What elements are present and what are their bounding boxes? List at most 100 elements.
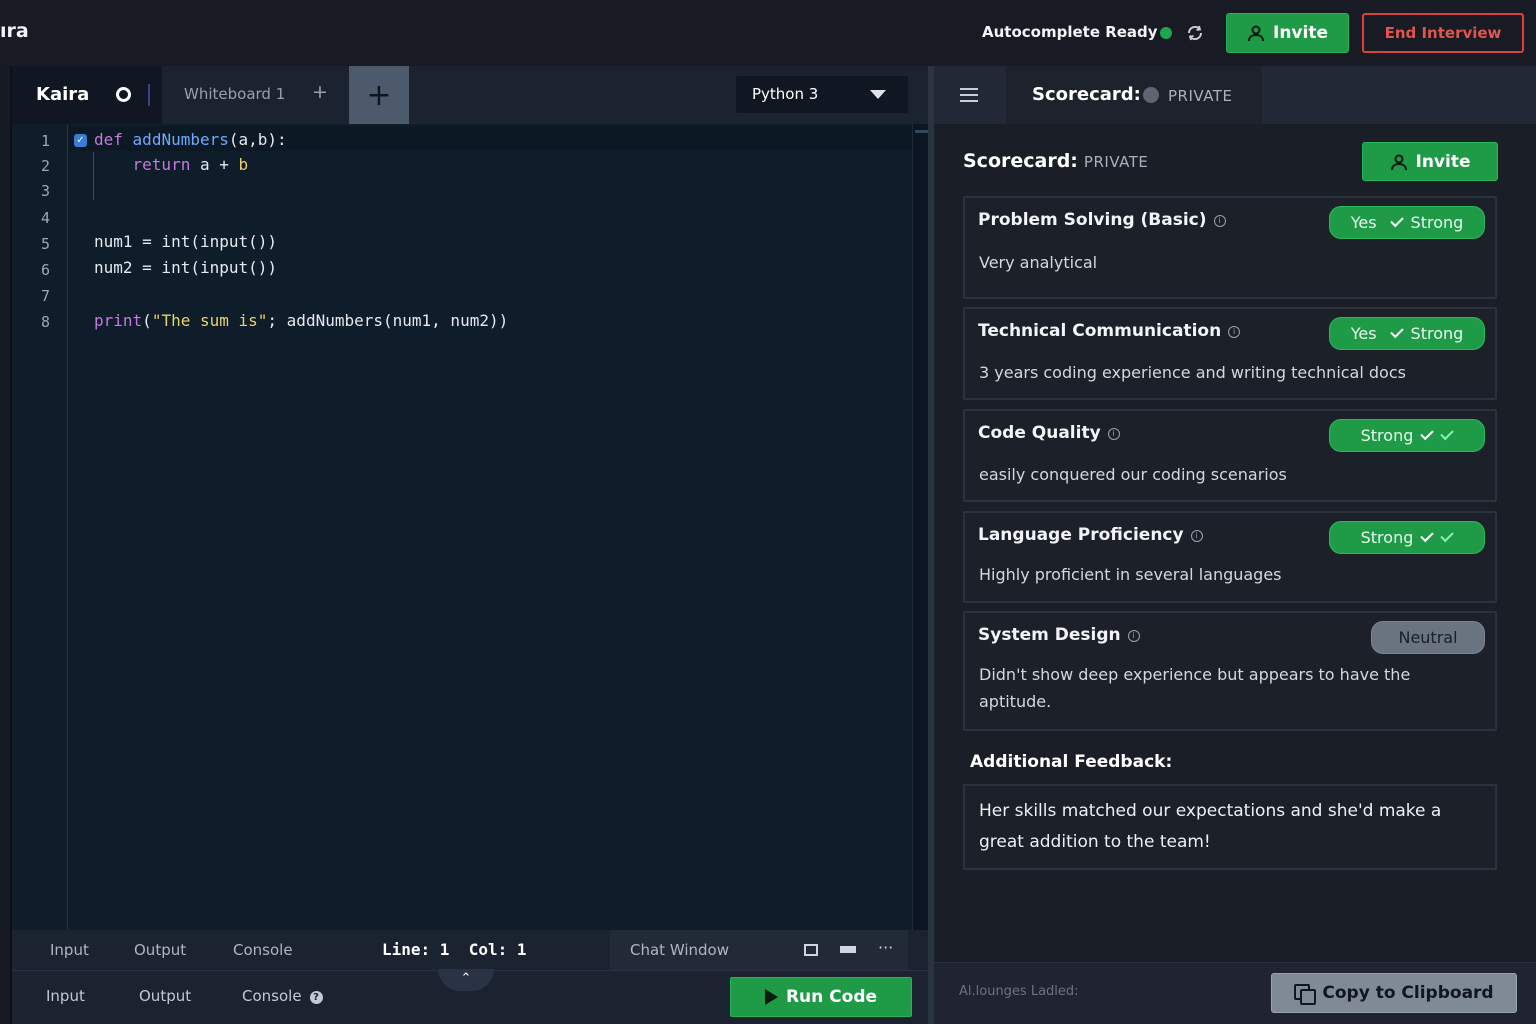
- editor-footer: Input Output Console? ⌃ Run Code: [12, 969, 930, 1024]
- line-number: 8: [40, 313, 50, 331]
- plus-icon[interactable]: +: [312, 81, 328, 103]
- line-number: 5: [40, 235, 50, 253]
- editor-tabbar: Kaira Whiteboard 1 + + Python 3: [12, 66, 930, 124]
- statusbar-tab-output[interactable]: Output: [134, 941, 186, 959]
- card-title: System Design i: [978, 625, 1140, 645]
- run-code-button[interactable]: Run Code: [730, 977, 912, 1017]
- additional-feedback-box[interactable]: Her skills matched our expectations and …: [963, 784, 1497, 870]
- statusbar-tab-console[interactable]: Console: [233, 941, 293, 959]
- autocomplete-status: Autocomplete Ready: [982, 23, 1158, 41]
- scorecard-invite-button[interactable]: Invite: [1362, 142, 1498, 181]
- tab-scorecard-label: Scorecard:: [1032, 84, 1141, 105]
- check-icon: [1420, 426, 1435, 441]
- help-icon[interactable]: ?: [309, 991, 323, 1004]
- card-title-label: Problem Solving (Basic): [978, 210, 1207, 230]
- code-token: a +: [190, 155, 239, 174]
- tab-whiteboard[interactable]: Whiteboard 1: [184, 85, 285, 103]
- copy-to-clipboard-button[interactable]: Copy to Clipboard: [1271, 973, 1517, 1013]
- language-value: Python 3: [752, 85, 819, 103]
- chat-window-label: Chat Window: [630, 941, 729, 959]
- statusbar-tab-input[interactable]: Input: [50, 941, 89, 959]
- code-line-8[interactable]: print("The sum is"; addNumbers(num1, num…: [94, 311, 508, 330]
- tab-scorecard[interactable]: Scorecard: PRIVATE: [1006, 66, 1262, 124]
- code-token: b: [238, 155, 249, 174]
- rating-badge[interactable]: Yes Strong: [1329, 206, 1485, 239]
- user-icon: [1390, 154, 1407, 170]
- new-tab-button[interactable]: +: [349, 66, 409, 124]
- scorecard-card: System Design i Neutral Didn't show deep …: [963, 611, 1497, 731]
- window-maximize-icon[interactable]: [804, 944, 818, 956]
- tab-kaira[interactable]: Kaira: [12, 66, 162, 124]
- code-line-6[interactable]: num2 = int(input()): [94, 258, 277, 277]
- card-title: Technical Communication i: [978, 321, 1241, 341]
- rating-badge[interactable]: Yes Strong: [1329, 317, 1485, 350]
- line-number: 3: [40, 182, 50, 200]
- info-icon[interactable]: i: [1190, 530, 1203, 542]
- scorecard-card: Technical Communication i Yes Strong 3 ye…: [963, 307, 1497, 400]
- tab-label: Kaira: [36, 84, 90, 105]
- scrollbar-thumb[interactable]: [915, 130, 929, 133]
- footer-tab-console[interactable]: Console?: [242, 987, 323, 1005]
- rating-badge[interactable]: Neutral: [1371, 621, 1485, 654]
- cursor-position: Line: 1 Col: 1: [382, 940, 527, 959]
- additional-feedback-text: Her skills matched our expectations and …: [979, 801, 1442, 852]
- chevron-down-icon: [870, 90, 886, 99]
- line-number: 7: [40, 287, 50, 305]
- rating-badge[interactable]: Strong: [1329, 521, 1485, 554]
- end-interview-button[interactable]: End Interview: [1362, 13, 1524, 53]
- footer-tab-console-label: Console: [242, 987, 302, 1005]
- card-comment: 3 years coding experience and writing te…: [979, 363, 1406, 382]
- app-title: ıra: [0, 20, 29, 42]
- check-icon: [1440, 528, 1455, 543]
- card-title-label: Code Quality: [978, 423, 1101, 443]
- menu-icon[interactable]: [960, 88, 978, 102]
- scorecard-card: Language Proficiency i Strong Highly prof…: [963, 511, 1497, 603]
- more-icon[interactable]: ···: [878, 938, 893, 957]
- additional-feedback-label: Additional Feedback:: [970, 752, 1173, 772]
- private-dot-icon: [1143, 87, 1159, 103]
- editor-statusbar: Input Output Console Line: 1 Col: 1 Chat…: [12, 930, 930, 970]
- sync-icon[interactable]: [1186, 24, 1204, 42]
- invite-label: Invite: [1273, 23, 1328, 43]
- check-icon: [1440, 426, 1455, 441]
- footer-tab-output[interactable]: Output: [139, 987, 191, 1005]
- info-icon[interactable]: i: [1213, 215, 1226, 227]
- scorecard-card: Code Quality i Strong easily conquered ou…: [963, 409, 1497, 502]
- chevron-up-icon[interactable]: ⌃: [438, 969, 494, 991]
- scorecard-heading: Scorecard: PRIVATE: [963, 150, 1148, 172]
- code-token: print: [94, 311, 143, 330]
- play-icon: [764, 989, 778, 1005]
- checkbox-icon[interactable]: ✓: [74, 134, 87, 147]
- rating-value: Strong: [1360, 528, 1414, 547]
- rating-badge[interactable]: Strong: [1329, 419, 1485, 452]
- language-select[interactable]: Python 3: [736, 76, 908, 113]
- info-icon[interactable]: i: [1107, 428, 1120, 440]
- check-icon: [1389, 213, 1404, 228]
- code-line-1[interactable]: def addNumbers(a,b):: [94, 130, 287, 149]
- user-icon: [1248, 25, 1264, 42]
- check-icon: [1389, 324, 1404, 339]
- info-icon[interactable]: i: [1127, 630, 1140, 642]
- card-title: Language Proficiency i: [978, 525, 1203, 545]
- code-line-2[interactable]: return a + b: [94, 155, 249, 174]
- card-comment: Didn't show deep experience but appears …: [979, 665, 1411, 711]
- rating-value: Strong: [1360, 426, 1414, 445]
- scorecard-tabbar: Scorecard: PRIVATE: [934, 66, 1536, 124]
- card-title-label: Technical Communication: [978, 321, 1222, 341]
- code-token: ; addNumbers(num1, num2)): [267, 311, 509, 330]
- footer-tab-input[interactable]: Input: [46, 987, 85, 1005]
- card-title: Problem Solving (Basic) i: [978, 210, 1226, 230]
- unsaved-dot-icon: [116, 87, 131, 102]
- tab-visibility: PRIVATE: [1168, 87, 1233, 105]
- copy-icon: [1294, 984, 1317, 1005]
- scorecard-panel: Scorecard: PRIVATE Scorecard: PRIVATE Inv…: [934, 66, 1536, 1024]
- code-token: "The sum is": [151, 311, 268, 330]
- invite-button[interactable]: Invite: [1226, 13, 1349, 53]
- chat-window-bar[interactable]: Chat Window ···: [610, 930, 908, 970]
- line-number-gutter: 1 2 3 4 5 6 7 8: [12, 124, 68, 930]
- window-minimize-icon[interactable]: [840, 946, 856, 953]
- info-icon[interactable]: i: [1228, 326, 1241, 338]
- code-line-5[interactable]: num1 = int(input()): [94, 232, 277, 251]
- scorecard-card: Problem Solving (Basic) i Yes Strong Very…: [963, 196, 1497, 299]
- tab-divider: [148, 84, 150, 106]
